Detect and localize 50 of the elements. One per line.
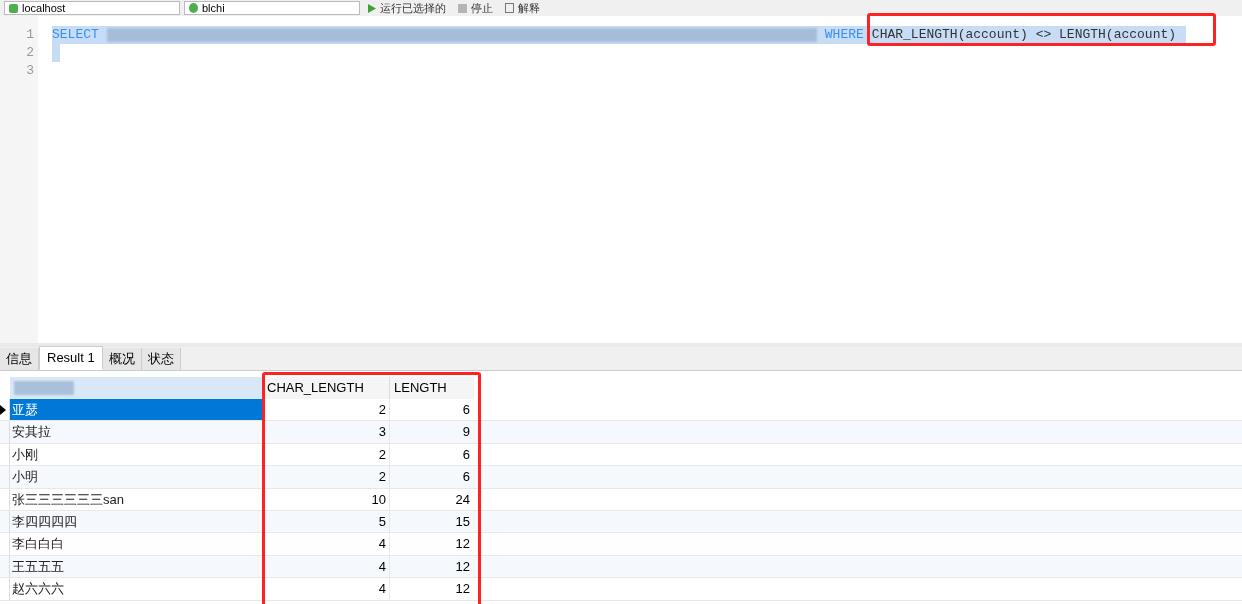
table-cell-text: 6 bbox=[461, 445, 471, 464]
result-tab[interactable]: 信息 bbox=[0, 348, 39, 370]
result-tab[interactable]: 状态 bbox=[141, 348, 181, 370]
table-cell: 5 bbox=[263, 510, 390, 533]
table-cell: 4 bbox=[263, 555, 390, 578]
table-cell[interactable]: 亚瑟 bbox=[10, 399, 263, 421]
table-cell[interactable]: 李白白白 bbox=[10, 533, 263, 555]
table-cell-text: 9 bbox=[461, 423, 471, 442]
column-header[interactable]: CHAR_LENGTH bbox=[263, 377, 390, 399]
column-header[interactable]: LENGTH bbox=[390, 377, 474, 399]
table-cell[interactable]: 安其拉 bbox=[10, 421, 263, 443]
table-cell[interactable]: 小明 bbox=[10, 466, 263, 488]
sql-code: CHAR_LENGTH(account) <> LENGTH(account) bbox=[871, 26, 1177, 44]
connection-dropdown[interactable]: localhost bbox=[4, 1, 180, 15]
stop-icon bbox=[458, 3, 467, 13]
result-tab[interactable]: Result 1 bbox=[39, 346, 103, 370]
toolbar-button[interactable]: 解释 bbox=[501, 2, 544, 14]
sql-keyword: WHERE bbox=[824, 26, 864, 44]
table-cell: 4 bbox=[263, 533, 390, 555]
play-icon bbox=[368, 3, 376, 13]
table-cell[interactable]: 小刚 bbox=[10, 443, 263, 466]
table-cell[interactable]: 赵六六六 bbox=[10, 578, 263, 600]
toolbar-button[interactable]: 停止 bbox=[454, 2, 497, 14]
column-header[interactable] bbox=[10, 377, 263, 399]
table-cell[interactable]: 李四四四四 bbox=[10, 510, 263, 533]
table-cell: 4 bbox=[263, 578, 390, 600]
redacted-text bbox=[14, 381, 74, 395]
database-dropdown[interactable]: blchi bbox=[184, 1, 360, 15]
table-cell-text: 6 bbox=[461, 400, 471, 419]
result-tab[interactable]: 概况 bbox=[102, 348, 142, 370]
table-cell: 2 bbox=[263, 399, 390, 421]
table-cell[interactable]: 王五五五 bbox=[10, 555, 263, 578]
table-cell-text: 12 bbox=[454, 580, 471, 599]
toolbar-button[interactable]: 运行已选择的 bbox=[364, 2, 450, 14]
table-cell: 2 bbox=[263, 466, 390, 488]
document-icon bbox=[505, 3, 514, 13]
line-number: 2 bbox=[25, 44, 35, 62]
table-cell[interactable]: 张三三三三三三san bbox=[10, 488, 263, 510]
table-cell: 3 bbox=[263, 421, 390, 443]
table-cell-text: 24 bbox=[454, 490, 471, 509]
table-cell: 10 bbox=[263, 488, 390, 510]
row-pointer-icon bbox=[0, 404, 6, 415]
table-cell: 2 bbox=[263, 443, 390, 466]
table-cell-text: 6 bbox=[461, 468, 471, 487]
line-number: 3 bbox=[25, 62, 35, 80]
line-number: 1 bbox=[25, 26, 35, 44]
table-cell-text: 15 bbox=[454, 512, 471, 531]
sql-keyword: SELECT bbox=[52, 26, 99, 44]
table-cell-text: 12 bbox=[454, 535, 471, 554]
table-cell-text: 12 bbox=[454, 557, 471, 576]
